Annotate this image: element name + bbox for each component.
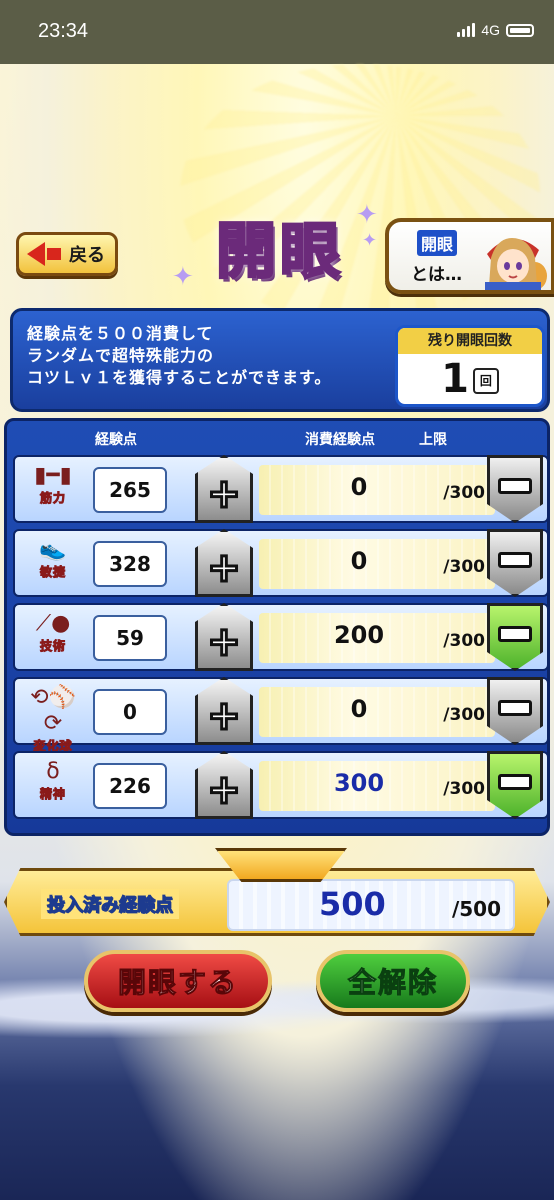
consume-cap: /300 bbox=[443, 557, 485, 577]
shoe-icon: 👟 敏捷 bbox=[39, 537, 67, 580]
help-label-top: 開眼 bbox=[417, 230, 458, 256]
spirit-icon: δ 精神 bbox=[39, 759, 66, 802]
minus-button[interactable] bbox=[487, 677, 543, 745]
stat-row-breaking-ball: ⟲⚾⟳ 変化球 0 + 0 /300 bbox=[13, 677, 549, 754]
exp-value: 265 bbox=[93, 467, 167, 513]
stat-panel: 経験点 消費経験点 上限 ▮━▮ 筋力 265 + 0 /300 👟 敏捷 32… bbox=[4, 418, 550, 836]
remaining-value: 1回 bbox=[398, 354, 542, 404]
minus-icon bbox=[498, 700, 532, 716]
minus-icon bbox=[498, 626, 532, 642]
info-panel: 経験点を５００消費して ランダムで超特殊能力の コツＬｖ１を獲得することができま… bbox=[10, 308, 550, 412]
consume-bar: 300 /300 bbox=[259, 761, 495, 811]
info-description: 経験点を５００消費して ランダムで超特殊能力の コツＬｖ１を獲得することができま… bbox=[27, 324, 332, 387]
consume-cap: /300 bbox=[443, 779, 485, 799]
dumbbell-icon: ▮━▮ 筋力 bbox=[34, 463, 72, 506]
network-label: 4G bbox=[481, 22, 500, 38]
cloud-decoration bbox=[0, 960, 554, 1040]
plus-button[interactable]: + bbox=[195, 529, 253, 597]
remaining-title: 残り開眼回数 bbox=[398, 328, 542, 354]
help-label-bottom: とは… bbox=[411, 265, 462, 285]
consume-value: 0 bbox=[350, 473, 368, 501]
plus-icon: + bbox=[206, 471, 243, 517]
plus-button[interactable]: + bbox=[195, 603, 253, 671]
header-limit: 上限 bbox=[419, 432, 447, 448]
plus-icon: + bbox=[206, 767, 243, 813]
plus-icon: + bbox=[206, 693, 243, 739]
back-arrow-icon bbox=[27, 242, 45, 266]
page-title: 開眼 bbox=[215, 215, 344, 288]
status-bar: 23:34 4G bbox=[0, 0, 554, 64]
consume-value: 0 bbox=[350, 547, 368, 575]
header-exp: 経験点 bbox=[95, 432, 137, 448]
stat-row-spirit: δ 精神 226 + 300 /300 bbox=[13, 751, 549, 819]
plus-icon: + bbox=[206, 619, 243, 665]
plus-icon: + bbox=[206, 545, 243, 591]
status-time: 23:34 bbox=[38, 20, 89, 42]
plus-button[interactable]: + bbox=[195, 751, 253, 819]
battery-icon bbox=[506, 23, 534, 37]
consume-cap: /300 bbox=[443, 631, 485, 651]
consume-cap: /300 bbox=[443, 705, 485, 725]
consume-bar: 200 /300 bbox=[259, 613, 495, 663]
plus-button[interactable]: + bbox=[195, 455, 253, 523]
exp-value: 59 bbox=[93, 615, 167, 661]
bat-icon: ⟋● 技術 bbox=[35, 611, 71, 654]
status-icons: 4G bbox=[457, 22, 534, 38]
total-label: 投入済み経験点 bbox=[41, 889, 179, 919]
exp-value: 226 bbox=[93, 763, 167, 809]
stat-row-power: ▮━▮ 筋力 265 + 0 /300 bbox=[13, 455, 549, 523]
exp-value: 0 bbox=[93, 689, 167, 735]
stat-row-agility: 👟 敏捷 328 + 0 /300 bbox=[13, 529, 549, 597]
exp-value: 328 bbox=[93, 541, 167, 587]
consume-value: 300 bbox=[333, 769, 385, 797]
remaining-count-box: 残り開眼回数 1回 bbox=[395, 325, 545, 407]
remaining-unit: 回 bbox=[472, 368, 499, 394]
total-value-box: 500 /500 bbox=[227, 879, 515, 931]
minus-button[interactable] bbox=[487, 455, 543, 523]
clear-all-button[interactable]: 全解除 bbox=[316, 950, 470, 1012]
plus-button[interactable]: + bbox=[195, 677, 253, 745]
back-label: 戻る bbox=[69, 245, 105, 266]
minus-button[interactable] bbox=[487, 529, 543, 597]
minus-icon bbox=[498, 478, 532, 494]
minus-icon bbox=[498, 552, 532, 568]
consume-bar: 0 /300 bbox=[259, 539, 495, 589]
ball-icon: ⟲⚾⟳ 変化球 bbox=[30, 685, 76, 754]
consume-bar: 0 /300 bbox=[259, 465, 495, 515]
help-button[interactable]: 開眼 とは… bbox=[385, 218, 554, 294]
consume-value: 0 bbox=[350, 695, 368, 723]
header-consume: 消費経験点 bbox=[305, 432, 375, 448]
character-avatar bbox=[485, 238, 547, 290]
back-button[interactable]: 戻る bbox=[16, 232, 118, 276]
total-cap: /500 bbox=[451, 897, 501, 921]
signal-icon bbox=[457, 23, 476, 37]
consume-bar: 0 /300 bbox=[259, 687, 495, 737]
minus-button[interactable] bbox=[487, 603, 543, 671]
stat-row-technique: ⟋● 技術 59 + 200 /300 bbox=[13, 603, 549, 671]
minus-button[interactable] bbox=[487, 751, 543, 819]
total-value: 500 bbox=[319, 885, 386, 923]
minus-icon bbox=[498, 774, 532, 790]
consume-cap: /300 bbox=[443, 483, 485, 503]
consume-value: 200 bbox=[333, 621, 385, 649]
open-eye-button[interactable]: 開眼する bbox=[84, 950, 272, 1012]
